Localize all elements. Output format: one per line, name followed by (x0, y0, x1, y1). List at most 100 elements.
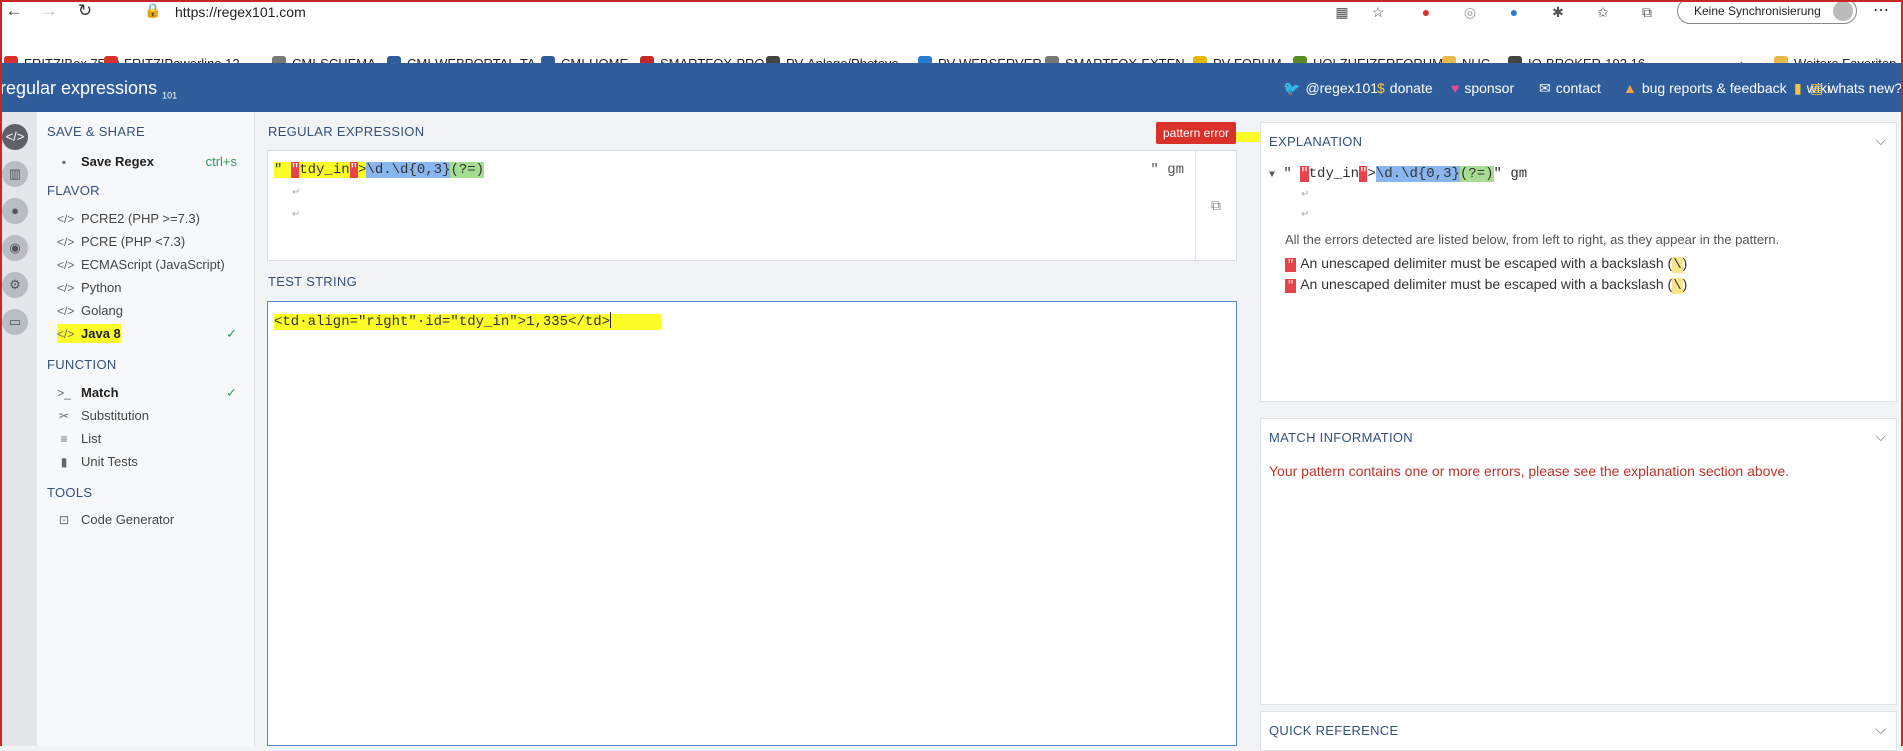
profile-avatar (1833, 1, 1853, 21)
save-icon: ▪ (61, 155, 67, 169)
line-return-mark: ↵ (1301, 189, 1310, 200)
window-border (0, 0, 1903, 2)
back-icon[interactable]: ← (2, 0, 26, 24)
error-item: " An unescaped delimiter must be escaped … (1285, 276, 1688, 294)
test-section-title: TEST STRING (268, 274, 358, 289)
terminal-icon: >_ (57, 386, 71, 400)
test-string-text[interactable]: <td·align="right"·id="tdy_in">1,335</td> (274, 312, 662, 330)
copy-icon[interactable]: ⧉ (1195, 151, 1236, 260)
regex-flags[interactable]: " gm (1150, 162, 1184, 178)
code-generator-icon: ⊡ (58, 513, 70, 527)
list-icon: ≡ (60, 432, 68, 446)
check-icon: ✓ (226, 326, 237, 341)
collections-icon[interactable]: ⧉ (1637, 2, 1657, 22)
code-icon[interactable]: </> (2, 124, 28, 150)
discord-icon[interactable]: ◉ (2, 235, 28, 261)
line-return-mark: ↵ (1301, 209, 1310, 220)
function-heading: FUNCTION (47, 357, 117, 372)
bug-reports-link[interactable]: ▲ bug reports & feedback (1623, 80, 1787, 96)
warning-icon: ▲ (1623, 80, 1637, 96)
explanation-note: All the errors detected are listed below… (1285, 232, 1780, 247)
sidebar: SAVE & SHARE ▪ Save Regex ctrl+s FLAVOR <… (37, 112, 255, 746)
tools-heading: TOOLS (47, 485, 93, 500)
split-screen-icon[interactable]: ▦ (1332, 2, 1352, 22)
donate-link[interactable]: $ donate (1377, 80, 1433, 96)
save-share-heading: SAVE & SHARE (47, 124, 146, 139)
gear-icon[interactable]: ⚙ (2, 272, 28, 298)
line-return-mark: ↵ (292, 209, 301, 220)
scissors-icon: ✂ (58, 409, 70, 423)
url-text[interactable]: https://regex101.com (175, 4, 306, 20)
code-generator[interactable]: ⊡ Code Generator (57, 512, 247, 536)
app-header: regular expressions 101 🐦 @regex101 $ dona… (0, 63, 1903, 112)
chevron-down-icon[interactable]: ⌵ (1875, 132, 1886, 149)
function-substitution[interactable]: ✂ Substitution (57, 408, 247, 432)
text-caret (610, 312, 612, 328)
test-string-input[interactable]: <td·align="right"·id="tdy_in">1,335</td> (267, 301, 1237, 746)
regex-section-title: REGULAR EXPRESSION (268, 124, 425, 139)
code-icon: </> (57, 235, 75, 249)
function-match[interactable]: >_ Match ✓ (57, 385, 247, 409)
browser-toolbar: ← → ↻ 🔒 https://regex101.com ▦ ☆ ● ◎ ● ✱… (0, 0, 1903, 24)
lock-icon: 🔒 (144, 2, 162, 18)
extensions-puzzle-icon[interactable]: ✱ (1548, 2, 1568, 22)
sync-button[interactable]: Keine Synchronisierung (1677, 0, 1857, 24)
regex-input[interactable]: " "tdy_in">\d.\d{0,3}(?=) ↵ ↵ " gm ⧉ (267, 150, 1237, 261)
save-regex-button[interactable]: ▪ Save Regex ctrl+s (57, 154, 247, 178)
extension-icon-1[interactable]: ● (1416, 2, 1436, 22)
favorite-star-icon[interactable]: ☆ (1368, 2, 1388, 22)
flavor-heading: FLAVOR (47, 183, 100, 198)
contact-link[interactable]: ✉ contact (1539, 80, 1601, 97)
heart-icon: ♥ (1451, 80, 1460, 96)
error-item: " An unescaped delimiter must be escaped … (1285, 255, 1688, 273)
extension-icon-3[interactable]: ● (1504, 2, 1524, 22)
sponsor-link[interactable]: ♥ sponsor (1451, 80, 1514, 96)
library-icon[interactable]: ▥ (2, 161, 28, 187)
save-shortcut: ctrl+s (205, 154, 237, 169)
match-info-title: MATCH INFORMATION (1269, 430, 1413, 445)
forward-icon[interactable]: → (37, 0, 61, 24)
chat-icon[interactable]: ▭ (2, 309, 28, 335)
code-icon: </> (57, 212, 75, 226)
explanation-panel: EXPLANATION ⌵ ▼ " "tdy_in">\d.\d{0,3}(?=… (1260, 122, 1897, 402)
newspaper-icon: ▤ (1810, 80, 1824, 96)
function-unit-tests[interactable]: ▮ Unit Tests (57, 454, 247, 478)
flavor-pcre[interactable]: </> PCRE (PHP <7.3) (57, 234, 247, 258)
regex-pattern[interactable]: " "tdy_in">\d.\d{0,3}(?=) (274, 162, 485, 178)
favorites-icon[interactable]: ✩ (1593, 2, 1613, 22)
user-icon[interactable]: ● (2, 198, 28, 224)
code-icon: </> (57, 281, 75, 295)
explanation-pattern: ▼ " "tdy_in">\d.\d{0,3}(?=)" gm (1269, 166, 1528, 182)
match-info-panel: MATCH INFORMATION ⌵ Your pattern contain… (1260, 418, 1897, 705)
icon-rail: </> ▥ ● ◉ ⚙ ▭ (0, 112, 38, 746)
chevron-down-icon[interactable]: ⌵ (1875, 428, 1886, 445)
pattern-error-badge: pattern error (1156, 122, 1236, 144)
explanation-title: EXPLANATION (1269, 134, 1363, 149)
flavor-java8[interactable]: </> Java 8 ✓ (57, 324, 247, 350)
flavor-pcre2[interactable]: </> PCRE2 (PHP >=7.3) (57, 211, 247, 235)
unescaped-delimiter: " (290, 162, 300, 178)
twitter-link[interactable]: 🐦 @regex101 (1283, 80, 1378, 97)
window-border (0, 0, 2, 746)
more-menu-icon[interactable]: ⋯ (1866, 0, 1896, 24)
address-bar[interactable]: 🔒 https://regex101.com (132, 0, 1332, 24)
match-error-message: Your pattern contains one or more errors… (1269, 463, 1790, 479)
collapse-triangle-icon[interactable]: ▼ (1269, 170, 1275, 181)
function-list[interactable]: ≡ List (57, 431, 247, 455)
reload-icon[interactable]: ↻ (73, 0, 97, 24)
code-icon: </> (57, 304, 75, 318)
unescaped-delimiter: " (349, 162, 359, 178)
flask-icon: ▮ (60, 455, 68, 469)
book-icon: ▮ (1794, 80, 1802, 96)
lookahead-token: (?=) (450, 162, 485, 178)
logo[interactable]: regular expressions 101 (0, 78, 177, 101)
extension-icon-2[interactable]: ◎ (1460, 2, 1480, 22)
check-icon: ✓ (226, 385, 237, 400)
whats-new-link[interactable]: ▤ whats new? (1810, 80, 1902, 97)
flavor-python[interactable]: </> Python (57, 280, 247, 304)
sync-label: Keine Synchronisierung (1694, 4, 1821, 18)
chevron-down-icon[interactable]: ⌵ (1875, 721, 1886, 738)
flavor-ecmascript[interactable]: </> ECMAScript (JavaScript) (57, 257, 247, 281)
twitter-icon: 🐦 (1283, 80, 1301, 96)
bookmarks-bar: FRITZ!Box 7590 FRITZ!Powerline 12... CMI… (0, 24, 1903, 71)
